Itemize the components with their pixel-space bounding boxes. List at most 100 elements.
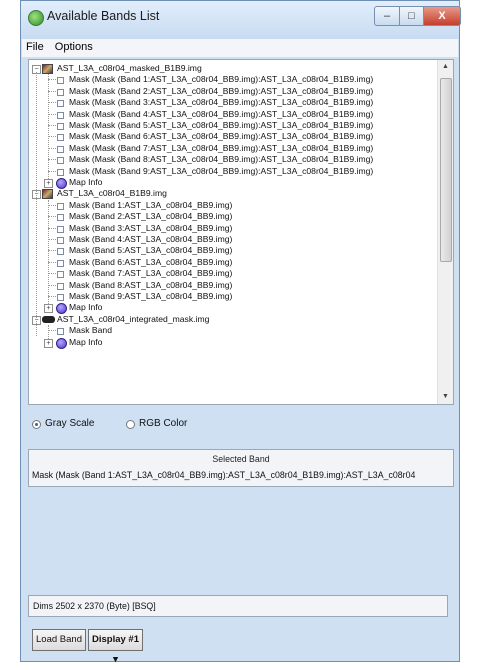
map-info-icon (56, 178, 67, 189)
band-item[interactable]: Mask (Band 5:AST_L3A_c08r04_BB9.img) (69, 245, 232, 256)
tree-connector (48, 74, 49, 179)
band-icon (57, 225, 64, 233)
available-bands-window: Available Bands List – □ X File Options … (20, 0, 461, 665)
band-item[interactable]: Mask (Mask (Band 3:AST_L3A_c08r04_BB9.im… (69, 97, 373, 108)
rgb-color-label[interactable]: RGB Color (139, 418, 187, 429)
menu-options[interactable]: Options (51, 39, 97, 55)
band-icon (57, 214, 64, 222)
band-item[interactable]: Mask (Mask (Band 9:AST_L3A_c08r04_BB9.im… (69, 166, 373, 177)
tree-connector (48, 199, 49, 305)
tree-connector (48, 296, 56, 297)
tree-connector (48, 250, 56, 252)
band-item[interactable]: Mask (Mask (Band 1:AST_L3A_c08r04_BB9.im… (69, 74, 373, 85)
band-item[interactable]: Mask (Band 1:AST_L3A_c08r04_BB9.img) (69, 200, 232, 211)
map-info-item[interactable]: Map Info (69, 177, 102, 188)
tree-connector (48, 204, 56, 206)
band-icon (57, 237, 64, 244)
tree-connector (48, 261, 56, 263)
map-info-item[interactable]: Map Info (69, 337, 102, 348)
band-item[interactable]: Mask (Band 4:AST_L3A_c08r04_BB9.img) (69, 234, 232, 245)
file-name[interactable]: AST_L3A_c08r04_integrated_mask.img (57, 314, 209, 325)
tree-connector (48, 325, 49, 339)
image-file-icon (42, 189, 53, 200)
tree-scrollbar[interactable]: ▲ ▼ (437, 60, 453, 404)
map-info-icon (56, 303, 67, 315)
band-item[interactable]: Mask (Mask (Band 8:AST_L3A_c08r04_BB9.im… (69, 154, 373, 165)
scroll-thumb[interactable] (440, 78, 452, 262)
display-dropdown-button[interactable]: Display #1 ▾ (88, 629, 143, 665)
band-tree[interactable]: ▲ ▼ − AST_L3A_c08r04_masked_B1B9.img Mask … (28, 59, 454, 405)
maximize-button[interactable]: □ (399, 6, 424, 26)
map-info-icon (56, 337, 67, 349)
tree-connector (48, 125, 56, 126)
mask-file-icon (42, 315, 55, 323)
tree-connector (48, 170, 56, 172)
tree-connector (36, 72, 37, 336)
gray-scale-label[interactable]: Gray Scale (45, 418, 94, 429)
band-icon (57, 88, 64, 96)
tree-connector (48, 136, 56, 138)
tree-connector (48, 239, 56, 240)
scroll-down-arrow-icon[interactable]: ▼ (442, 393, 449, 400)
gray-scale-radio[interactable] (32, 420, 41, 429)
band-icon (57, 271, 64, 279)
expand-toggle[interactable]: + (44, 304, 53, 314)
tree-connector (48, 227, 56, 229)
rgb-color-radio[interactable] (126, 420, 135, 429)
tree-connector (48, 273, 56, 275)
band-item[interactable]: Mask Band (69, 325, 112, 336)
selected-band-panel: Selected Band Mask (Mask (Band 1:AST_L3A… (28, 449, 454, 487)
selected-band-title: Selected Band (212, 454, 270, 464)
band-icon (57, 123, 64, 130)
tree-connector (48, 79, 56, 81)
title-bar: Available Bands List – □ X (21, 1, 461, 39)
band-icon (57, 168, 64, 176)
band-item[interactable]: Mask (Mask (Band 6:AST_L3A_c08r04_BB9.im… (69, 131, 373, 142)
dims-field: Dims 2502 x 2370 (Byte) [BSQ] (28, 595, 448, 617)
tree-connector (48, 102, 56, 104)
band-item[interactable]: Mask (Band 6:AST_L3A_c08r04_BB9.img) (69, 257, 232, 268)
band-icon (57, 77, 64, 85)
file-name[interactable]: AST_L3A_c08r04_B1B9.img (57, 188, 167, 199)
band-item[interactable]: Mask (Mask (Band 2:AST_L3A_c08r04_BB9.im… (69, 86, 373, 97)
scroll-up-arrow-icon[interactable]: ▲ (442, 63, 449, 70)
band-icon (57, 294, 64, 301)
tree-connector (48, 330, 56, 332)
file-name[interactable]: AST_L3A_c08r04_masked_B1B9.img (57, 63, 202, 74)
band-icon (57, 259, 64, 267)
band-item[interactable]: Mask (Mask (Band 4:AST_L3A_c08r04_BB9.im… (69, 109, 373, 120)
close-button[interactable]: X (423, 6, 461, 26)
band-item[interactable]: Mask (Band 2:AST_L3A_c08r04_BB9.img) (69, 211, 232, 222)
band-icon (57, 134, 64, 142)
load-band-button[interactable]: Load Band (32, 629, 86, 651)
band-item[interactable]: Mask (Band 8:AST_L3A_c08r04_BB9.img) (69, 280, 232, 291)
band-icon (57, 202, 64, 210)
minimize-button[interactable]: – (374, 6, 400, 26)
info-area (28, 487, 454, 581)
tree-connector (48, 284, 56, 286)
expand-toggle[interactable]: + (44, 179, 53, 188)
window-title: Available Bands List (47, 9, 160, 23)
band-icon (57, 145, 64, 153)
band-item[interactable]: Mask (Band 9:AST_L3A_c08r04_BB9.img) (69, 291, 232, 302)
tree-connector (48, 113, 56, 115)
tree-connector (48, 216, 56, 218)
globe-icon (28, 10, 44, 26)
band-icon (57, 328, 64, 336)
band-item[interactable]: Mask (Band 7:AST_L3A_c08r04_BB9.img) (69, 268, 232, 279)
map-info-item[interactable]: Map Info (69, 302, 102, 313)
tree-connector (48, 147, 56, 149)
band-item[interactable]: Mask (Mask (Band 7:AST_L3A_c08r04_BB9.im… (69, 143, 373, 154)
band-icon (57, 282, 64, 290)
band-icon (57, 248, 64, 256)
button-bar: Load Band Display #1 ▾ (28, 623, 454, 665)
band-item[interactable]: Mask (Mask (Band 5:AST_L3A_c08r04_BB9.im… (69, 120, 373, 131)
selected-band-value: Mask (Mask (Band 1:AST_L3A_c08r04_BB9.im… (32, 470, 416, 480)
menu-file[interactable]: File (22, 39, 48, 55)
band-icon (57, 100, 64, 108)
tree-connector (48, 90, 56, 92)
expand-toggle[interactable]: + (44, 338, 53, 348)
band-item[interactable]: Mask (Band 3:AST_L3A_c08r04_BB9.img) (69, 223, 232, 234)
menu-bar: File Options (22, 39, 458, 57)
tree-connector (48, 159, 56, 161)
